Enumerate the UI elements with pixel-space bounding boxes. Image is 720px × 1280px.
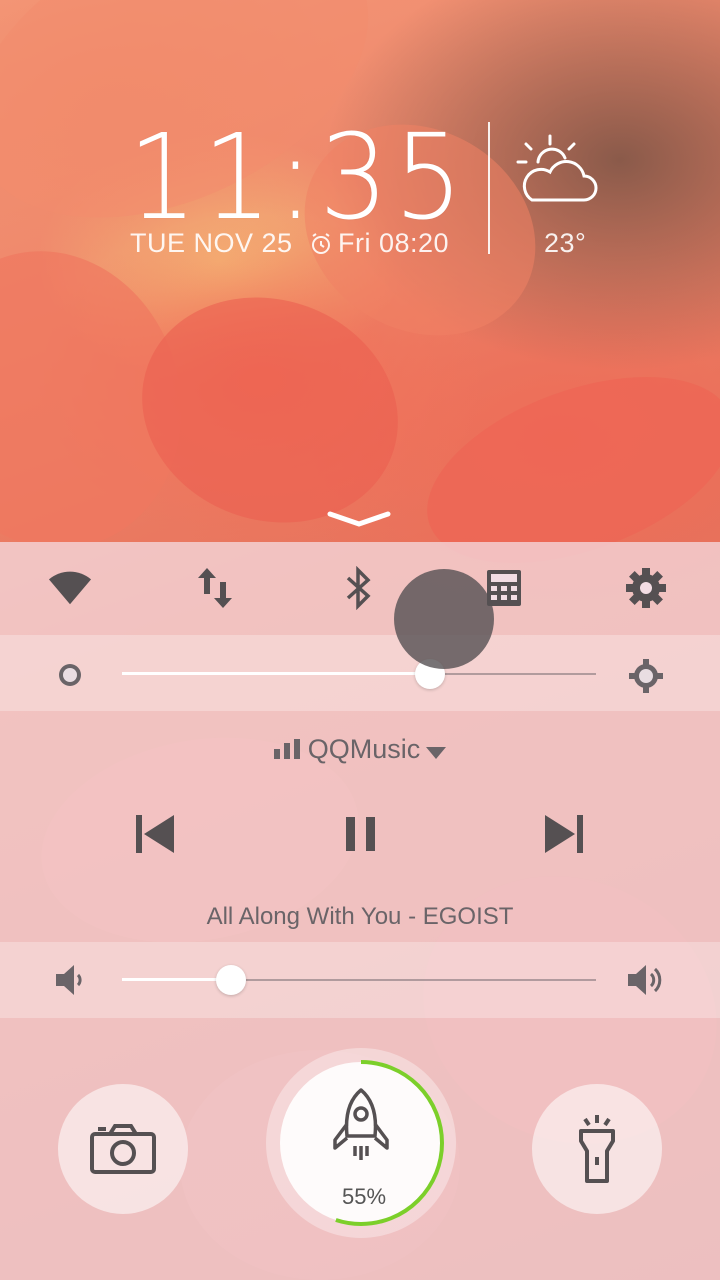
clock-divider	[488, 122, 490, 254]
date-label: TUE NOV 25	[130, 228, 293, 258]
calculator-icon	[487, 570, 521, 606]
rocket-icon	[333, 1088, 389, 1160]
bluetooth-icon	[346, 566, 371, 610]
clock-time: 11:35	[128, 108, 469, 246]
next-icon[interactable]	[543, 815, 583, 858]
wifi-icon	[48, 571, 92, 605]
pause-icon[interactable]	[346, 817, 376, 856]
settings-toggle[interactable]	[624, 566, 668, 610]
volume-high-icon	[628, 962, 664, 1003]
equalizer-icon	[273, 735, 302, 766]
music-app-name: QQMusic	[307, 734, 421, 764]
chevron-down-icon[interactable]	[326, 510, 392, 533]
gear-icon	[626, 568, 666, 608]
partly-cloudy-icon	[514, 132, 598, 211]
brightness-high-icon	[628, 658, 664, 699]
data-arrows-icon	[198, 568, 232, 608]
wifi-toggle[interactable]	[48, 566, 92, 610]
previous-icon[interactable]	[136, 815, 176, 858]
alarm-clock-icon	[309, 232, 333, 261]
temperature-label: 23°	[544, 228, 587, 258]
bluetooth-toggle[interactable]	[337, 566, 381, 610]
caret-down-icon	[426, 735, 447, 766]
music-app-selector[interactable]: QQMusic	[0, 734, 720, 766]
touch-indicator	[394, 569, 494, 669]
alarm-label: Fri 08:20	[338, 228, 450, 258]
volume-low-icon	[56, 964, 84, 1001]
brightness-low-icon	[54, 659, 86, 696]
flashlight-icon	[579, 1115, 615, 1183]
camera-icon	[90, 1124, 156, 1174]
volume-slider-thumb[interactable]	[216, 965, 246, 995]
mobile-data-toggle[interactable]	[193, 566, 237, 610]
song-title: All Along With You - EGOIST	[206, 903, 514, 930]
flashlight-button[interactable]	[532, 1084, 662, 1214]
